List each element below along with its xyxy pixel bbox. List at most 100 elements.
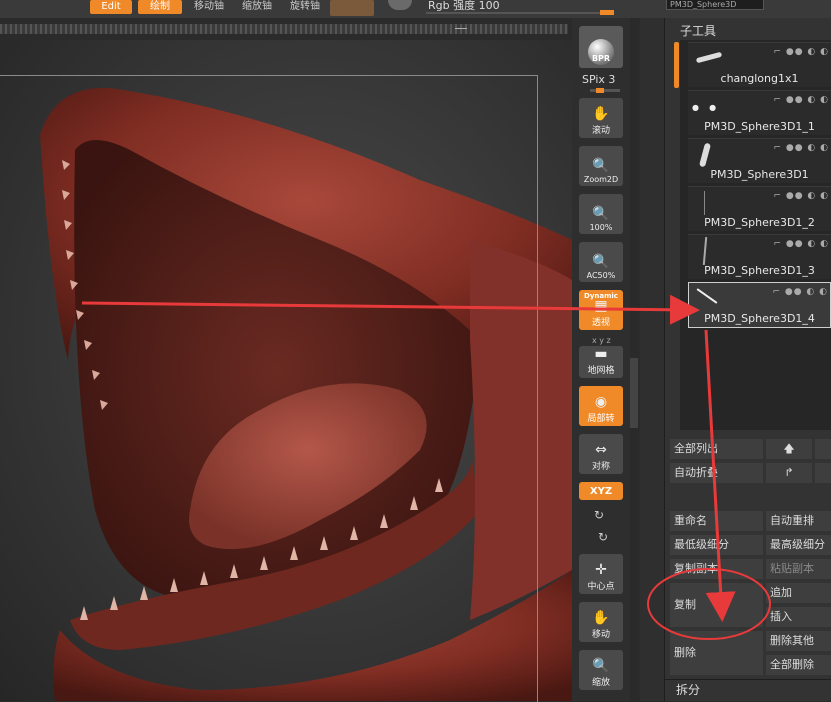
actual-size-button[interactable]: 🔍 100% [579, 194, 623, 234]
bpr-label: BPR [591, 54, 611, 63]
subtool-visibility-icons[interactable]: ⌐ ●● ◐ ◐ [773, 143, 829, 153]
top-toolbar: Edit 绘制 移动铀 缩放铀 旋转铀 Rgb 强度 100 PM3D_Sphe… [0, 0, 831, 18]
subtool-visibility-icons[interactable]: ⌐ ●● ◐ ◐ [773, 47, 829, 57]
subtool-name: PM3D_Sphere3D1_1 [704, 120, 815, 133]
split-section-label[interactable]: 拆分 [676, 681, 700, 698]
floor-icon: ▬ [594, 346, 608, 362]
center-button[interactable]: ✛ 中心点 [579, 554, 623, 594]
zoom2d-button[interactable]: 🔍 Zoom2D [579, 146, 623, 186]
perspective-label: 透视 [591, 318, 610, 328]
redo-arrow-icon[interactable]: ↱ [766, 463, 812, 483]
subtool-thumbnail [696, 288, 718, 304]
list-all-button[interactable]: 全部列出 [670, 439, 763, 459]
subtool-item[interactable]: ⌐ ●● ◐ ◐ changlong1x1 [688, 42, 831, 87]
rgb-intensity-handle[interactable] [600, 10, 614, 15]
append-button[interactable]: 追加 [766, 583, 831, 603]
subtool-item[interactable]: ⌐ ●● ◐ ◐ PM3D_Sphere3D1_2 [688, 186, 831, 231]
subtool-name: PM3D_Sphere3D1_3 [704, 264, 815, 277]
scrollbar-thumb[interactable] [630, 358, 638, 428]
subtool-visibility-icons[interactable]: ⌐ ●● ◐ ◐ [773, 95, 829, 105]
insert-button[interactable]: 插入 [766, 607, 831, 627]
auto-reorder-button[interactable]: 自动重排 [766, 511, 831, 531]
subtool-item[interactable]: ⌐ ●● ◐ ◐ PM3D_Sphere3D1 [688, 138, 831, 183]
panel-scrollbar[interactable] [630, 18, 638, 701]
symmetry-label: 对称 [591, 462, 610, 472]
subtool-visibility-icons[interactable]: ⌐ ●● ◐ ◐ [773, 191, 829, 201]
symmetry-icon: ⇔ [595, 442, 607, 458]
dynamic-label: Dynamic [584, 292, 618, 300]
material-swatch[interactable] [330, 0, 374, 16]
bpr-button[interactable]: BPR [579, 26, 623, 68]
rename-button[interactable]: 重命名 [670, 511, 763, 531]
delete-all-button[interactable]: 全部删除 [766, 655, 831, 675]
spix-label: SPix 3 [582, 73, 616, 86]
subtool-header: 子工具 [680, 24, 717, 38]
scale-button[interactable]: 缩放铀 [236, 0, 278, 14]
color-ball-icon[interactable] [388, 0, 412, 10]
subtool-thumbnail [702, 236, 708, 266]
ac50-button[interactable]: 🔍 AC50% [579, 242, 623, 282]
subtool-thumbnail [695, 51, 723, 64]
spix-slider[interactable] [590, 89, 620, 92]
duplicate-button[interactable]: 复制 [670, 583, 763, 627]
move-up-icon[interactable]: 🡅 [766, 439, 812, 459]
subtool-thumbnail [698, 142, 712, 168]
subtool-name: PM3D_Sphere3D1_2 [704, 216, 815, 229]
copy-subtool-button[interactable]: 复制副本 [670, 559, 763, 579]
edit-button[interactable]: Edit [90, 0, 132, 14]
delete-button[interactable]: 删除 [670, 631, 763, 675]
subtool-name: PM3D_Sphere3D1 [710, 168, 809, 181]
extra-button[interactable] [815, 463, 831, 483]
auto-collapse-button[interactable]: 自动折叠 [670, 463, 763, 483]
rotate-y-icon[interactable]: ↻ [594, 508, 604, 522]
floor-grid-label: 地网格 [587, 366, 615, 376]
lowest-subdiv-button[interactable]: 最低级细分 [670, 535, 763, 555]
move-button[interactable]: 移动铀 [188, 0, 230, 14]
subtool-name: PM3D_Sphere3D1_4 [704, 312, 815, 325]
rgb-intensity-label: Rgb 强度 100 [428, 0, 500, 12]
ac50-label: AC50% [586, 271, 616, 280]
local-rotate-button[interactable]: ◉ 局部转 [579, 386, 623, 426]
document-frame [0, 75, 538, 702]
highest-subdiv-button[interactable]: 最高级细分 [766, 535, 831, 555]
rotate-z-icon[interactable]: ↻ [598, 530, 608, 544]
spix-handle[interactable] [596, 88, 604, 93]
delete-other-button[interactable]: 删除其他 [766, 631, 831, 651]
xyz-label: XYZ [589, 485, 613, 497]
extra-button[interactable] [815, 439, 831, 459]
scroll-label: 滚动 [591, 126, 610, 136]
subtool-visibility-icons[interactable]: ⌐ ●● ◐ ◐ [773, 239, 829, 249]
subtool-item-selected[interactable]: ⌐ ●● ◐ ◐ PM3D_Sphere3D1_4 [688, 282, 831, 328]
ruler-marker [455, 28, 467, 29]
draw-button[interactable]: 绘制 [138, 0, 182, 14]
subtool-visibility-icons[interactable]: ⌐ ●● ◐ ◐ [772, 287, 828, 297]
scroll-button[interactable]: ✋ 滚动 [579, 98, 623, 138]
actual-size-label: 100% [589, 223, 613, 232]
scale-view-label: 缩放 [591, 678, 610, 688]
grid-icon: ▦ [594, 298, 608, 314]
magnifier-icon: 🔍 [592, 658, 610, 674]
axis-xyz-mini: x y z [592, 336, 611, 345]
canvas-ruler [0, 24, 568, 34]
subtool-name-field[interactable]: PM3D_Sphere3D [666, 0, 764, 10]
symmetry-button[interactable]: ⇔ 对称 [579, 434, 623, 474]
floor-grid-button[interactable]: ▬ 地网格 [579, 346, 623, 378]
local-rotate-label: 局部转 [587, 414, 615, 424]
subtool-selection-bar [674, 42, 679, 88]
move-view-button[interactable]: ✋ 移动 [579, 602, 623, 642]
scale-view-button[interactable]: 🔍 缩放 [579, 650, 623, 690]
magnifier-icon: 🔍 [592, 206, 610, 222]
rgb-intensity-slider[interactable] [426, 12, 614, 14]
rotate-button[interactable]: 旋转铀 [284, 0, 326, 14]
paste-subtool-button[interactable]: 粘贴副本 [766, 559, 831, 579]
subtool-name: changlong1x1 [720, 72, 799, 85]
zoom2d-label: Zoom2D [583, 175, 619, 184]
subtool-item[interactable]: ● ● ⌐ ●● ◐ ◐ PM3D_Sphere3D1_1 [688, 90, 831, 135]
xyz-button[interactable]: XYZ [579, 482, 623, 500]
subtool-item[interactable]: ⌐ ●● ◐ ◐ PM3D_Sphere3D1_3 [688, 234, 831, 279]
hand-icon: ✋ [592, 106, 610, 122]
magnifier-icon: 🔍 [592, 254, 610, 270]
center-icon: ✛ [595, 562, 607, 578]
magnifier-icon: 🔍 [592, 158, 610, 174]
perspective-button[interactable]: Dynamic ▦ 透视 [579, 290, 623, 330]
